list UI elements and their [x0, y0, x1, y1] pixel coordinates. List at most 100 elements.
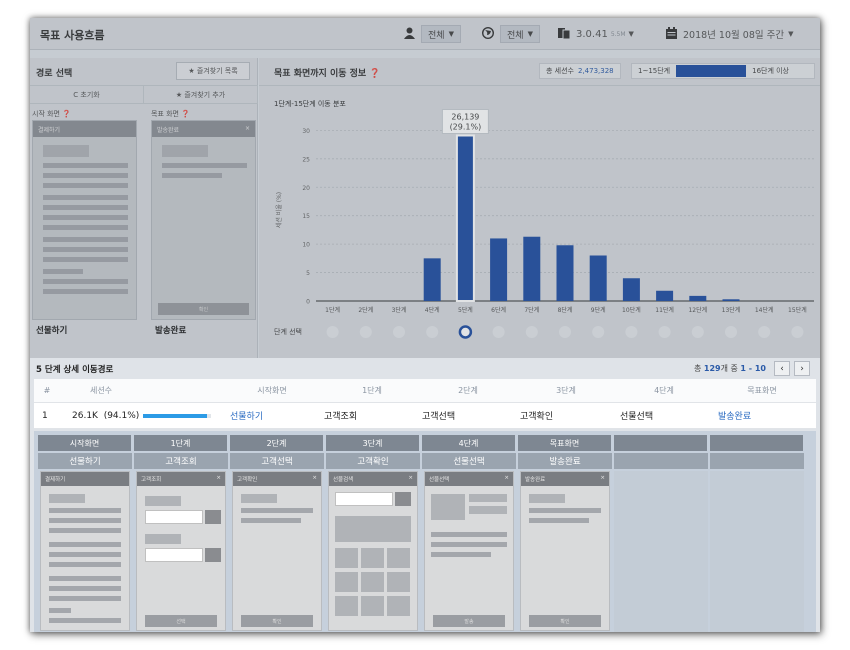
target-screen-card[interactable]: 발송완료 × 확인	[151, 120, 256, 320]
placeholder-line	[49, 586, 121, 591]
path-column-head	[614, 435, 708, 451]
image-placeholder	[431, 494, 465, 520]
bar[interactable]	[722, 299, 740, 301]
path-column: 4단계 선물선택	[422, 435, 516, 469]
placeholder-line	[43, 183, 128, 188]
table-row[interactable]: 1 26.1K (94.1%) 선물하기 고객조회 고객선택 고객확인 선물선택…	[34, 403, 816, 429]
path-card-button[interactable]: 발송	[433, 615, 505, 627]
step-radio[interactable]	[658, 326, 671, 338]
placeholder-line	[43, 163, 128, 168]
placeholder-line	[241, 508, 313, 513]
start-screen-card[interactable]: 결제하기	[32, 120, 137, 320]
placeholder-block	[49, 494, 85, 503]
user-filter[interactable]: 전체 ▼	[404, 25, 461, 43]
close-icon[interactable]: ×	[600, 475, 605, 483]
input-placeholder	[145, 510, 203, 524]
path-card-button[interactable]: 확인	[241, 615, 313, 627]
path-screen-card[interactable]: 고객조회 × 선택	[136, 471, 226, 631]
x-tick-label: 7단계	[524, 306, 539, 314]
bar[interactable]	[523, 236, 541, 301]
path-card-header: 발송완료 ×	[521, 472, 609, 486]
path-screen-card[interactable]: 선물선택 × 발송	[424, 471, 514, 631]
step-radio[interactable]	[725, 326, 737, 338]
favorites-list-button[interactable]: ★ 즐겨찾기 목록	[176, 62, 250, 80]
step-distribution-chart: 0 5 10 15 20 25 30 세션 비율 (%) 1단계 2단계 3단계 4단계 5단계 6단계 7…	[274, 108, 814, 339]
x-tick-label: 11단계	[655, 306, 674, 314]
bar[interactable]	[423, 258, 441, 301]
placeholder-line	[43, 225, 128, 230]
bar[interactable]	[656, 290, 674, 301]
close-icon[interactable]: ×	[216, 475, 221, 483]
version-badge: 5.5M	[610, 30, 626, 38]
target-card-confirm-button[interactable]: 확인	[158, 303, 249, 315]
button-placeholder	[205, 548, 221, 562]
step-radio[interactable]	[458, 325, 473, 339]
row-target[interactable]: 발송완료	[718, 403, 751, 428]
path-card-title: 고객확인	[237, 477, 258, 483]
step-radio[interactable]	[492, 326, 505, 338]
add-favorite-tab[interactable]: ★ 즐겨찾기 추가	[144, 86, 258, 103]
close-icon[interactable]: ×	[504, 475, 509, 483]
path-column-name: 선물선택	[422, 453, 516, 469]
total-sessions: 총 세션수 2,473,328	[539, 63, 621, 79]
step-radio[interactable]	[758, 326, 771, 338]
range-start-label: 1~15단계	[638, 67, 671, 75]
movement-info-panel: 목표 화면까지 이동 정보 ❓ 총 세션수 2,473,328 1~15단계 16…	[259, 58, 820, 358]
next-page-button[interactable]: ›	[794, 361, 810, 376]
start-card-header: 결제하기	[33, 121, 136, 137]
bar[interactable]	[556, 245, 574, 301]
pager-prefix: 총	[693, 364, 702, 373]
chevron-down-icon: ▼	[788, 30, 794, 38]
step-radio[interactable]	[525, 326, 538, 338]
path-column: 목표화면 발송완료	[518, 435, 612, 469]
placeholder-line	[49, 518, 121, 523]
user-filter-select[interactable]: 전체 ▼	[421, 25, 461, 43]
target-screen-value: 발송완료	[155, 326, 187, 336]
close-icon[interactable]: ×	[245, 125, 250, 133]
placeholder-block	[145, 534, 181, 544]
step-radio[interactable]	[691, 326, 704, 338]
close-icon[interactable]: ×	[312, 475, 317, 483]
grid-tile	[335, 572, 358, 592]
bar[interactable]	[490, 238, 508, 301]
placeholder-block	[469, 506, 507, 514]
placeholder-line	[431, 552, 491, 557]
bar[interactable]	[622, 278, 640, 301]
date-filter[interactable]: 2018년 10월 08일 주간 ▼	[666, 25, 794, 43]
step-radio[interactable]	[625, 326, 638, 338]
step-radio[interactable]	[393, 326, 405, 338]
step-radio[interactable]	[326, 326, 339, 338]
reset-tab[interactable]: C 초기화	[30, 86, 144, 103]
path-column	[614, 435, 708, 469]
path-card-button[interactable]: 선택	[145, 615, 217, 627]
placeholder-line	[49, 608, 71, 613]
movement-info-header: 목표 화면까지 이동 정보 ❓ 총 세션수 2,473,328 1~15단계 16…	[259, 58, 820, 86]
start-screen-label: 시작 화면 ❓	[32, 109, 71, 119]
region-filter[interactable]: 전체 ▼	[481, 25, 540, 43]
close-icon[interactable]: ×	[408, 475, 413, 483]
row-start[interactable]: 선물하기	[230, 403, 263, 428]
prev-page-button[interactable]: ‹	[774, 361, 790, 376]
path-card-button[interactable]: 확인	[529, 615, 601, 627]
col-target: 목표화면	[747, 386, 777, 395]
help-icon: ❓	[62, 110, 71, 118]
bar[interactable]	[589, 255, 607, 302]
step-radio[interactable]	[559, 326, 571, 338]
step-radio[interactable]	[791, 326, 804, 338]
grid-tile	[361, 548, 384, 568]
path-screen-card[interactable]: 결제하기	[40, 471, 130, 631]
step-radio[interactable]	[359, 326, 372, 338]
bar[interactable]	[455, 134, 475, 303]
x-tick-label: 10단계	[622, 306, 641, 314]
bar[interactable]	[689, 295, 707, 301]
path-screen-card[interactable]: 고객확인 × 확인	[232, 471, 322, 631]
step-radio[interactable]	[426, 326, 439, 338]
step-radio[interactable]	[592, 326, 605, 338]
path-screen-card[interactable]: 선물검색 ×	[328, 471, 418, 631]
user-filter-value: 전체	[428, 30, 445, 41]
col-step2: 2단계	[458, 386, 478, 395]
version-filter[interactable]: 3.0.41 5.5M ▼	[558, 25, 634, 43]
path-column-head: 1단계	[134, 435, 228, 451]
path-screen-card[interactable]: 발송완료 × 확인	[520, 471, 610, 631]
region-filter-select[interactable]: 전체 ▼	[500, 25, 540, 43]
